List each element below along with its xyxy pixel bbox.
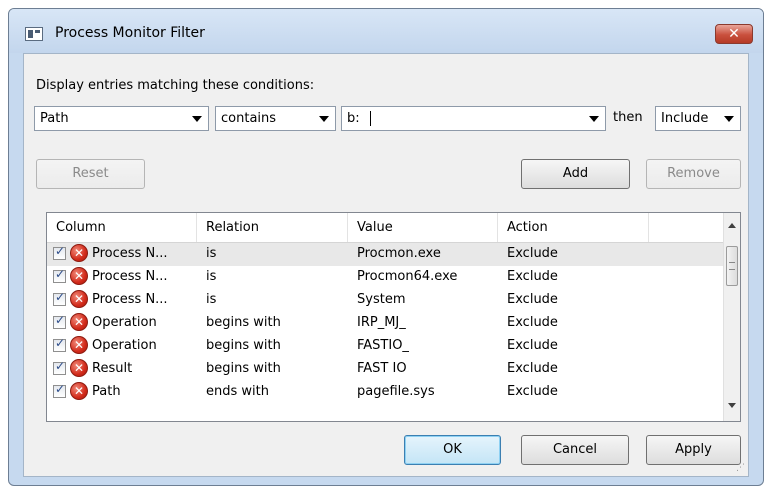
scroll-up-icon[interactable] (728, 223, 736, 228)
chevron-down-icon (589, 116, 599, 122)
vertical-scrollbar[interactable] (723, 213, 740, 421)
cell-relation: begins with (206, 338, 281, 353)
close-button[interactable]: ✕ (715, 24, 753, 44)
cell-value: FAST IO (357, 361, 407, 376)
reset-button[interactable]: Reset (36, 159, 145, 189)
action-dropdown[interactable]: Include (655, 106, 741, 131)
window-title: Process Monitor Filter (55, 25, 205, 41)
title-bar: Process Monitor Filter ✕ (9, 9, 763, 53)
process-monitor-filter-dialog: Process Monitor Filter ✕ Display entries… (8, 8, 764, 486)
column-header-relation[interactable]: Relation (197, 213, 348, 242)
dialog-client-area: Display entries matching these condition… (23, 53, 749, 477)
chevron-down-icon (319, 116, 329, 122)
ok-button[interactable]: OK (404, 435, 501, 465)
cell-column: Process N... (92, 246, 168, 261)
table-row[interactable]: Process N... is Procmon64.exe Exclude (47, 266, 724, 289)
column-dropdown-value: Path (40, 111, 69, 126)
exclude-x-icon (70, 290, 88, 308)
table-row[interactable]: Path ends with pagefile.sys Exclude (47, 381, 724, 404)
row-checkbox[interactable] (53, 382, 66, 398)
row-checkbox[interactable] (53, 290, 66, 306)
cell-relation: is (206, 292, 217, 307)
table-row[interactable]: Process N... is Procmon.exe Exclude (47, 243, 724, 266)
text-cursor (370, 111, 371, 126)
cell-relation: is (206, 269, 217, 284)
cell-column: Operation (92, 315, 157, 330)
column-dropdown[interactable]: Path (34, 106, 209, 131)
cell-value: Procmon64.exe (357, 269, 458, 284)
apply-button[interactable]: Apply (646, 435, 741, 465)
exclude-x-icon (70, 382, 88, 400)
exclude-x-icon (70, 244, 88, 262)
table-row[interactable]: Process N... is System Exclude (47, 289, 724, 312)
cell-column: Result (92, 361, 133, 376)
cell-action: Exclude (507, 338, 558, 353)
column-header-action[interactable]: Action (498, 213, 649, 242)
cell-column: Operation (92, 338, 157, 353)
exclude-x-icon (70, 336, 88, 354)
cell-relation: begins with (206, 361, 281, 376)
cell-action: Exclude (507, 292, 558, 307)
cell-action: Exclude (507, 269, 558, 284)
cell-value: FASTIO_ (357, 338, 409, 353)
cell-value: pagefile.sys (357, 384, 435, 399)
row-checkbox[interactable] (53, 267, 66, 283)
window-icon (25, 27, 43, 41)
conditions-prompt: Display entries matching these condition… (36, 78, 315, 93)
relation-dropdown-value: contains (221, 111, 277, 126)
cell-column: Path (92, 384, 121, 399)
exclude-x-icon (70, 267, 88, 285)
filter-rules-list[interactable]: Column Relation Value Action Process N..… (46, 212, 741, 422)
row-checkbox[interactable] (53, 359, 66, 375)
chevron-down-icon (724, 116, 734, 122)
exclude-x-icon (70, 359, 88, 377)
cell-relation: begins with (206, 315, 281, 330)
action-dropdown-value: Include (661, 111, 709, 126)
cell-value: System (357, 292, 406, 307)
cell-action: Exclude (507, 246, 558, 261)
cell-column: Process N... (92, 269, 168, 284)
row-checkbox[interactable] (53, 313, 66, 329)
cell-action: Exclude (507, 384, 558, 399)
relation-dropdown[interactable]: contains (215, 106, 336, 131)
exclude-x-icon (70, 313, 88, 331)
cell-column: Process N... (92, 292, 168, 307)
table-row[interactable]: Operation begins with FASTIO_ Exclude (47, 335, 724, 358)
table-row[interactable]: Result begins with FAST IO Exclude (47, 358, 724, 381)
remove-button[interactable]: Remove (646, 159, 741, 189)
value-input-text: b: (347, 111, 360, 126)
value-combobox[interactable]: b: (341, 106, 606, 131)
resize-grip-icon[interactable]: ⋰ (736, 463, 745, 473)
cancel-button[interactable]: Cancel (521, 435, 629, 465)
cell-relation: is (206, 246, 217, 261)
cell-action: Exclude (507, 315, 558, 330)
add-button[interactable]: Add (521, 159, 630, 189)
scroll-down-icon[interactable] (728, 403, 736, 408)
cell-value: Procmon.exe (357, 246, 441, 261)
list-header: Column Relation Value Action (47, 213, 724, 243)
row-checkbox[interactable] (53, 336, 66, 352)
table-row[interactable]: Operation begins with IRP_MJ_ Exclude (47, 312, 724, 335)
row-checkbox[interactable] (53, 244, 66, 260)
cell-value: IRP_MJ_ (357, 315, 406, 330)
column-header-column[interactable]: Column (47, 213, 197, 242)
column-header-value[interactable]: Value (348, 213, 498, 242)
chevron-down-icon (192, 116, 202, 122)
then-label: then (613, 110, 643, 125)
scroll-thumb[interactable] (726, 246, 738, 286)
cell-relation: ends with (206, 384, 269, 399)
cell-action: Exclude (507, 361, 558, 376)
